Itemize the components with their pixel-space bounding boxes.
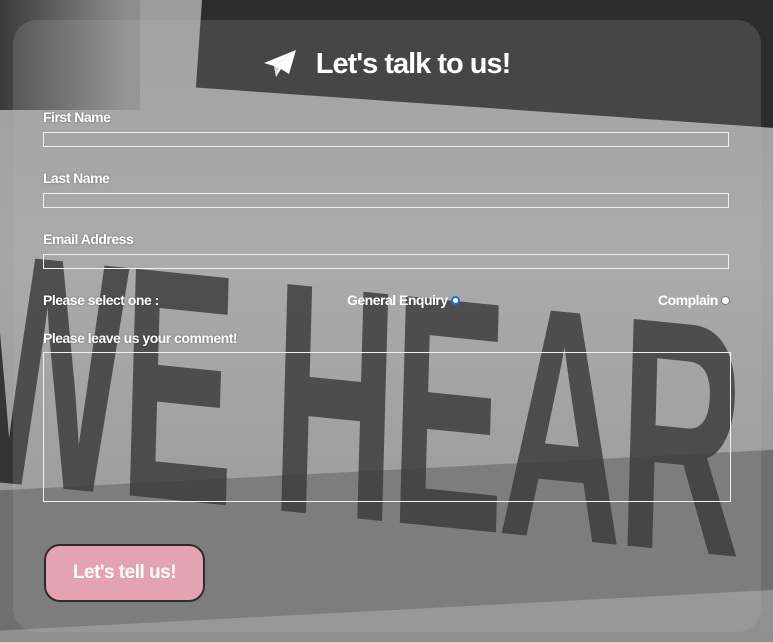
complain-radio[interactable] xyxy=(720,295,730,305)
contact-form-card xyxy=(13,20,761,632)
option-complain[interactable]: Complain xyxy=(658,292,730,308)
first-name-field[interactable] xyxy=(43,132,729,147)
submit-button[interactable]: Let's tell us! xyxy=(44,544,205,602)
form-title: Let's talk to us! xyxy=(315,48,512,80)
comment-label: Please leave us your comment! xyxy=(43,330,238,346)
paper-plane-icon xyxy=(263,48,316,80)
general-enquiry-radio[interactable] xyxy=(450,295,460,305)
select-one-label: Please select one : xyxy=(43,292,159,308)
last-name-field[interactable] xyxy=(43,193,729,208)
email-field[interactable] xyxy=(43,254,729,269)
first-name-label: First Name xyxy=(43,109,111,125)
email-label: Email Address xyxy=(43,231,134,247)
form-header: Let's talk to us! xyxy=(0,48,773,81)
comment-textarea[interactable] xyxy=(43,352,731,502)
complain-label: Complain xyxy=(658,292,718,308)
last-name-label: Last Name xyxy=(43,170,110,186)
general-enquiry-label: General Enquiry xyxy=(347,292,448,308)
option-general-enquiry[interactable]: General Enquiry xyxy=(347,292,460,308)
